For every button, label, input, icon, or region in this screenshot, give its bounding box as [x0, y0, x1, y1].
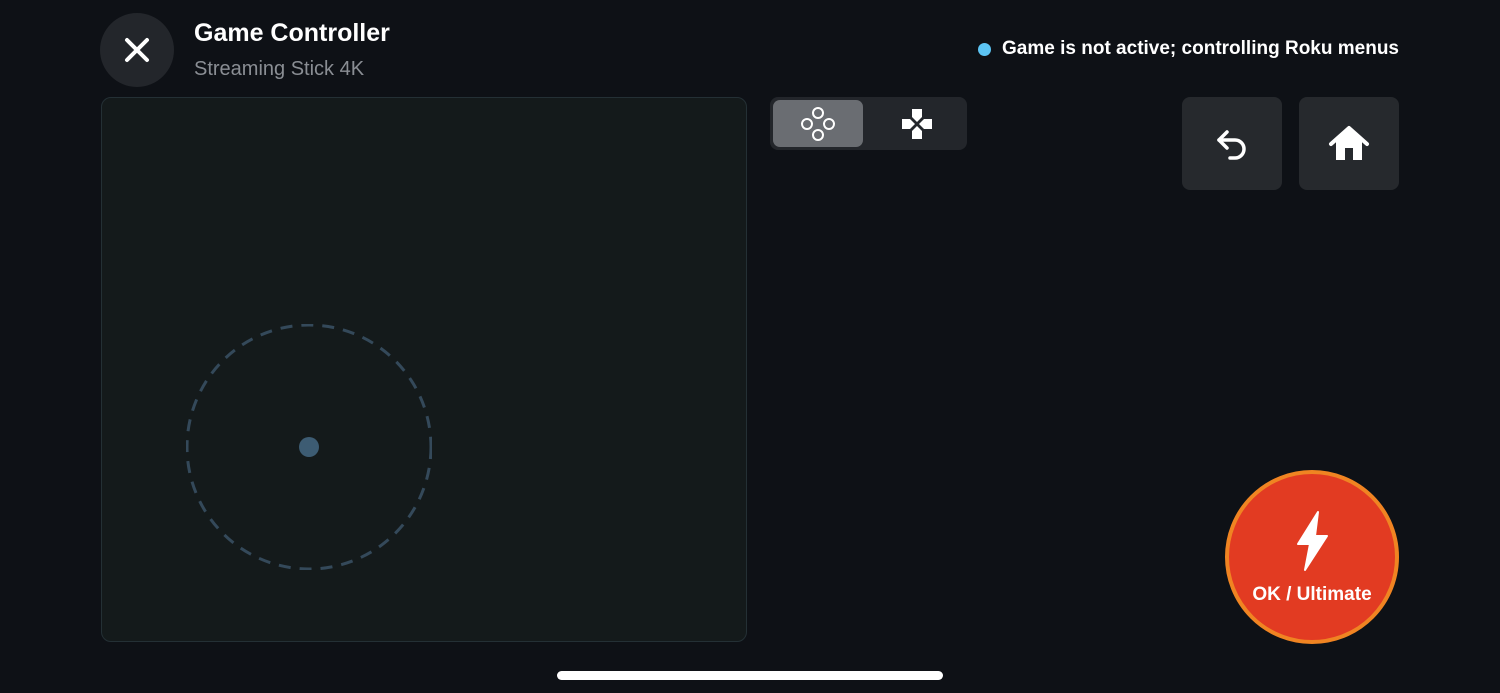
status-dot-icon	[978, 42, 992, 56]
mode-face-buttons[interactable]	[773, 100, 863, 147]
controller-mode-toggle	[770, 97, 967, 150]
close-icon	[125, 38, 149, 62]
ok-ultimate-button[interactable]: OK / Ultimate	[1225, 470, 1399, 644]
face-buttons-icon	[801, 106, 835, 141]
close-button[interactable]	[100, 13, 174, 87]
joystick-icon[interactable]	[186, 324, 432, 570]
home-button[interactable]	[1299, 97, 1399, 190]
device-name: Streaming Stick 4K	[194, 58, 365, 80]
home-indicator[interactable]	[557, 671, 943, 680]
status-text: Game is not active; controlling Roku men…	[1002, 38, 1399, 59]
lightning-icon	[1297, 511, 1328, 571]
home-icon	[1329, 125, 1369, 160]
mode-dpad[interactable]	[872, 100, 962, 147]
ok-ultimate-label: OK / Ultimate	[1252, 584, 1372, 605]
back-icon	[1217, 129, 1246, 160]
game-status: Game is not active; controlling Roku men…	[978, 38, 1399, 60]
back-button[interactable]	[1182, 97, 1282, 190]
touchpad-area[interactable]	[101, 97, 747, 642]
page-title: Game Controller	[194, 19, 390, 47]
dpad-icon	[902, 108, 932, 139]
